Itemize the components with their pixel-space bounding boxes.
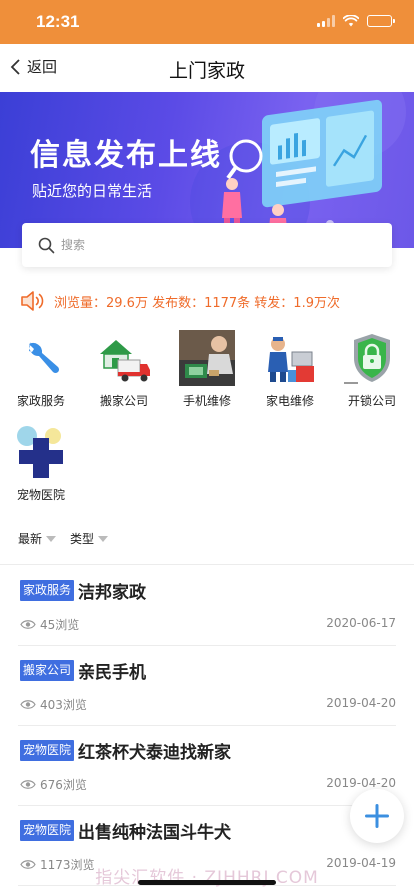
view-count: 45浏览	[20, 616, 79, 633]
caret-down-icon	[46, 535, 57, 542]
banner-headline: 信息发布上线	[30, 138, 222, 173]
category-label: 手机维修	[182, 394, 231, 408]
status-bar: 12:31	[0, 0, 414, 44]
category-tag: 宠物医院	[20, 820, 75, 841]
listing-title: 亲民手机	[78, 663, 147, 683]
category-moving[interactable]: 搬家公司	[83, 330, 165, 409]
category-label: 家电维修	[265, 394, 314, 408]
search-input[interactable]	[61, 238, 361, 252]
divider	[0, 564, 414, 565]
home-indicator	[138, 880, 276, 885]
nav-bar: 返回 上门家政	[0, 44, 414, 92]
lock-shield-icon	[344, 334, 390, 384]
filter-type[interactable]: 类型	[70, 530, 109, 547]
category-label: 搬家公司	[99, 394, 148, 408]
filter-label: 类型	[70, 532, 95, 546]
list-item-head: 家政服务 洁邦家政	[20, 578, 146, 603]
stats-text: 浏览量：29.6万 发布数：1177条 转发：1.9万次	[54, 295, 340, 311]
filter-bar: 最新 类型	[18, 530, 109, 547]
page-title: 上门家政	[168, 60, 245, 82]
list-item-head: 搬家公司 亲民手机	[20, 658, 146, 683]
status-time: 12:31	[36, 12, 80, 31]
category-label: 宠物医院	[16, 488, 65, 502]
filter-label: 最新	[18, 532, 43, 546]
listing-title: 洁邦家政	[78, 583, 147, 603]
listing-title: 红茶杯犬泰迪找新家	[78, 743, 232, 763]
caret-down-icon	[98, 535, 109, 542]
view-count: 676浏览	[20, 776, 87, 793]
listing-list: 家政服务 洁邦家政 45浏览 2020-06-17 搬家公司 亲民手机 403浏…	[0, 566, 414, 886]
status-icons	[317, 15, 395, 27]
category-tag: 家政服务	[20, 580, 75, 601]
filter-latest[interactable]: 最新	[18, 530, 57, 547]
list-item-head: 宠物医院 红茶杯犬泰迪找新家	[20, 738, 231, 763]
eye-icon	[20, 700, 36, 709]
list-item[interactable]: 家政服务 洁邦家政 45浏览 2020-06-17	[18, 566, 396, 646]
list-item-head: 宠物医院 出售纯种法国斗牛犬	[20, 818, 231, 843]
wifi-icon	[343, 15, 359, 27]
listing-date: 2019-04-20	[326, 696, 396, 710]
view-count: 403浏览	[20, 696, 87, 713]
category-appliance-repair[interactable]: 家电维修	[249, 330, 331, 409]
appliance-repair-icon	[268, 337, 314, 382]
add-post-button[interactable]	[350, 789, 404, 843]
banner-subtitle: 贴近您的日常生活	[32, 182, 153, 200]
battery-icon	[367, 15, 395, 27]
plus-icon	[365, 804, 389, 828]
speaker-icon	[21, 291, 44, 311]
category-housekeeping[interactable]: 家政服务	[0, 330, 82, 409]
listing-date: 2019-04-20	[326, 776, 396, 790]
phone-repair-icon	[179, 330, 235, 386]
search-bar[interactable]	[22, 223, 392, 267]
stats-row: 浏览量：29.6万 发布数：1177条 转发：1.9万次	[20, 288, 340, 314]
cellular-signal-icon	[317, 15, 335, 27]
category-locksmith[interactable]: 开锁公司	[331, 330, 413, 409]
category-label: 家政服务	[16, 394, 65, 408]
search-icon	[38, 237, 55, 253]
wrench-icon	[29, 342, 60, 374]
listing-title: 出售纯种法国斗牛犬	[78, 823, 232, 843]
eye-icon	[20, 620, 36, 629]
list-item[interactable]: 宠物医院 红茶杯犬泰迪找新家 676浏览 2019-04-20	[18, 726, 396, 806]
eye-icon	[20, 780, 36, 789]
category-tag: 宠物医院	[20, 740, 75, 761]
category-pet-hospital[interactable]: 宠物医院	[0, 424, 82, 503]
listing-date: 2020-06-17	[326, 616, 396, 630]
pet-hospital-icon	[17, 426, 63, 478]
moving-truck-icon	[100, 340, 150, 382]
view-count-text: 45浏览	[40, 618, 80, 632]
category-label: 开锁公司	[347, 394, 396, 408]
list-item[interactable]: 搬家公司 亲民手机 403浏览 2019-04-20	[18, 646, 396, 726]
view-count-text: 403浏览	[40, 698, 87, 712]
view-count-text: 676浏览	[40, 778, 87, 792]
category-phone-repair[interactable]: 手机维修	[166, 330, 248, 409]
category-tag: 搬家公司	[20, 660, 75, 681]
